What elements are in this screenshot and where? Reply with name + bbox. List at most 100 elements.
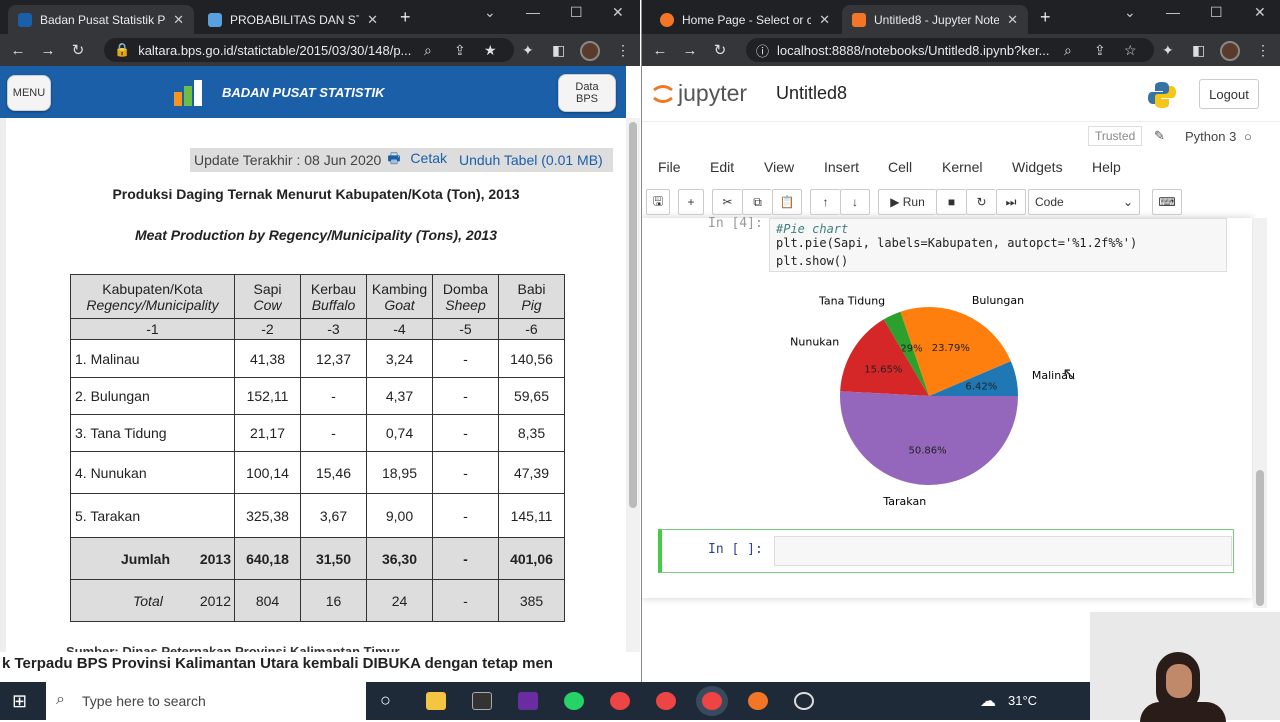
- paste-icon[interactable]: 📋: [772, 189, 802, 215]
- run-button[interactable]: ▶ Run: [878, 189, 936, 215]
- forward-icon[interactable]: →: [678, 42, 702, 59]
- address-bar[interactable]: ⓘ localhost:8888/notebooks/Untitled8.ipy…: [746, 38, 1154, 62]
- empty-code-cell[interactable]: In [ ]:: [658, 529, 1234, 573]
- browser-toolbar: ← → ↻ ⓘ localhost:8888/notebooks/Untitle…: [642, 34, 1280, 66]
- new-tab-icon[interactable]: +: [400, 7, 411, 28]
- cell-type-select[interactable]: Code ⌄: [1028, 189, 1140, 215]
- download-link[interactable]: Unduh Tabel (0.01 MB): [459, 152, 603, 168]
- code-cell[interactable]: #Pie chart plt.pie(Sapi, labels=Kabupaten…: [769, 218, 1227, 272]
- share-icon[interactable]: ⇪: [1094, 42, 1106, 59]
- logout-button[interactable]: Logout: [1199, 79, 1259, 109]
- menu-widgets[interactable]: Widgets: [1012, 159, 1063, 175]
- reload-icon[interactable]: ↻: [66, 41, 90, 59]
- fast-forward-icon[interactable]: ⏭: [996, 189, 1026, 215]
- profile-avatar[interactable]: [1220, 41, 1240, 61]
- star-icon[interactable]: ☆: [1124, 42, 1137, 59]
- menu-dots-icon[interactable]: ⋮: [616, 42, 630, 59]
- address-bar[interactable]: 🔒 kaltara.bps.go.id/statictable/2015/03/…: [104, 38, 514, 62]
- close-tab-icon[interactable]: ✕: [819, 12, 830, 28]
- close-tab-icon[interactable]: ✕: [173, 12, 184, 28]
- cell-input[interactable]: [774, 536, 1232, 566]
- file-explorer-icon[interactable]: [426, 692, 446, 710]
- maximize-icon[interactable]: ☐: [1210, 4, 1223, 21]
- menu-button[interactable]: MENU: [7, 75, 51, 111]
- tab-probabilitas[interactable]: PROBABILITAS DAN STATI ✕: [198, 5, 388, 34]
- cortana-icon[interactable]: ○: [380, 690, 391, 711]
- menu-insert[interactable]: Insert: [824, 159, 859, 175]
- data-bps-button[interactable]: Data BPS: [558, 74, 616, 112]
- sidebar-icon[interactable]: ◧: [552, 42, 565, 59]
- obs-icon[interactable]: [794, 692, 814, 710]
- move-up-icon[interactable]: ↑: [810, 189, 840, 215]
- sidebar-icon[interactable]: ◧: [1192, 42, 1205, 59]
- reload-icon[interactable]: ↻: [708, 41, 732, 59]
- new-tab-icon[interactable]: +: [1040, 7, 1051, 28]
- maximize-icon[interactable]: ☐: [570, 4, 583, 21]
- pencil-icon[interactable]: ✎: [1154, 128, 1165, 144]
- whatsapp-icon[interactable]: [564, 692, 584, 710]
- search-placeholder: Type here to search: [82, 693, 206, 709]
- stop-icon[interactable]: ■: [936, 189, 966, 215]
- back-icon[interactable]: ←: [648, 42, 672, 59]
- dropdown-icon[interactable]: ⌄: [484, 4, 496, 21]
- minimize-icon[interactable]: —: [526, 4, 540, 20]
- menu-help[interactable]: Help: [1092, 159, 1121, 175]
- star-icon[interactable]: ★: [484, 42, 497, 59]
- menu-cell[interactable]: Cell: [888, 159, 912, 175]
- tab-title: Untitled8 - Jupyter Noteb: [874, 12, 1000, 27]
- value-cell: 8,35: [498, 414, 565, 452]
- print-link[interactable]: 🖶 Cetak: [387, 148, 453, 172]
- jupyter-app-icon[interactable]: [748, 692, 768, 710]
- zoom-icon[interactable]: ⌕: [424, 42, 432, 59]
- menu-view[interactable]: View: [764, 159, 794, 175]
- zoom-icon[interactable]: ⌕: [1064, 42, 1072, 59]
- terminal-icon[interactable]: [472, 692, 492, 710]
- chrome-active-icon[interactable]: [702, 692, 722, 710]
- page-scrollbar[interactable]: [626, 118, 640, 652]
- jupyter-logo[interactable]: jupyter: [652, 80, 747, 107]
- tab-title: Home Page - Select or cre: [682, 12, 812, 27]
- tab-home[interactable]: Home Page - Select or cre ✕: [650, 5, 840, 34]
- extensions-icon[interactable]: ✦: [1162, 42, 1174, 59]
- cut-icon[interactable]: ✂: [712, 189, 742, 215]
- notebook-name[interactable]: Untitled8: [776, 83, 847, 104]
- move-down-icon[interactable]: ↓: [840, 189, 870, 215]
- drive-favicon-icon: [208, 12, 222, 27]
- restart-icon[interactable]: ↻: [966, 189, 996, 215]
- share-icon[interactable]: ⇪: [454, 42, 466, 59]
- menu-edit[interactable]: Edit: [710, 159, 734, 175]
- header-en: Buffalo: [311, 296, 356, 313]
- add-cell-icon[interactable]: +: [678, 189, 704, 215]
- table-row: 1. Malinau 41,38 12,37 3,24-140,56: [70, 339, 565, 378]
- scroll-thumb[interactable]: [1256, 470, 1264, 606]
- keyboard-icon[interactable]: ⌨: [1152, 189, 1182, 215]
- tab-bps[interactable]: Badan Pusat Statistik Prov ✕: [8, 5, 194, 34]
- forward-icon[interactable]: →: [36, 42, 60, 59]
- extensions-icon[interactable]: ✦: [522, 42, 534, 59]
- taskbar-search[interactable]: ⌕ Type here to search: [46, 682, 366, 720]
- close-window-icon[interactable]: ✕: [1254, 4, 1266, 21]
- menu-kernel[interactable]: Kernel: [942, 159, 982, 175]
- notebook-scrollbar[interactable]: [1253, 218, 1267, 608]
- chrome-icon[interactable]: [656, 692, 676, 710]
- copy-icon[interactable]: ⧉: [742, 189, 772, 215]
- save-icon[interactable]: 🖫: [646, 189, 670, 215]
- jetbrains-icon[interactable]: [518, 692, 538, 710]
- minimize-icon[interactable]: —: [1166, 4, 1180, 20]
- tab-notebook[interactable]: Untitled8 - Jupyter Noteb ✕: [842, 5, 1028, 34]
- dropdown-icon[interactable]: ⌄: [1124, 4, 1136, 21]
- tab-title: Badan Pusat Statistik Prov: [40, 12, 166, 27]
- kernel-indicator[interactable]: Python 3 ○: [1185, 129, 1252, 144]
- back-icon[interactable]: ←: [6, 42, 30, 59]
- close-tab-icon[interactable]: ✕: [367, 12, 378, 28]
- menu-file[interactable]: File: [658, 159, 681, 175]
- close-tab-icon[interactable]: ✕: [1007, 12, 1018, 28]
- windows-start-icon[interactable]: ⊞: [12, 691, 27, 712]
- chrome-icon[interactable]: [610, 692, 630, 710]
- menu-dots-icon[interactable]: ⋮: [1256, 42, 1270, 59]
- close-window-icon[interactable]: ✕: [612, 4, 624, 21]
- tab-strip: Home Page - Select or cre ✕ Untitled8 - …: [642, 0, 1280, 34]
- profile-avatar[interactable]: [580, 41, 600, 61]
- scroll-thumb[interactable]: [629, 122, 637, 508]
- trusted-indicator[interactable]: Trusted: [1088, 126, 1143, 146]
